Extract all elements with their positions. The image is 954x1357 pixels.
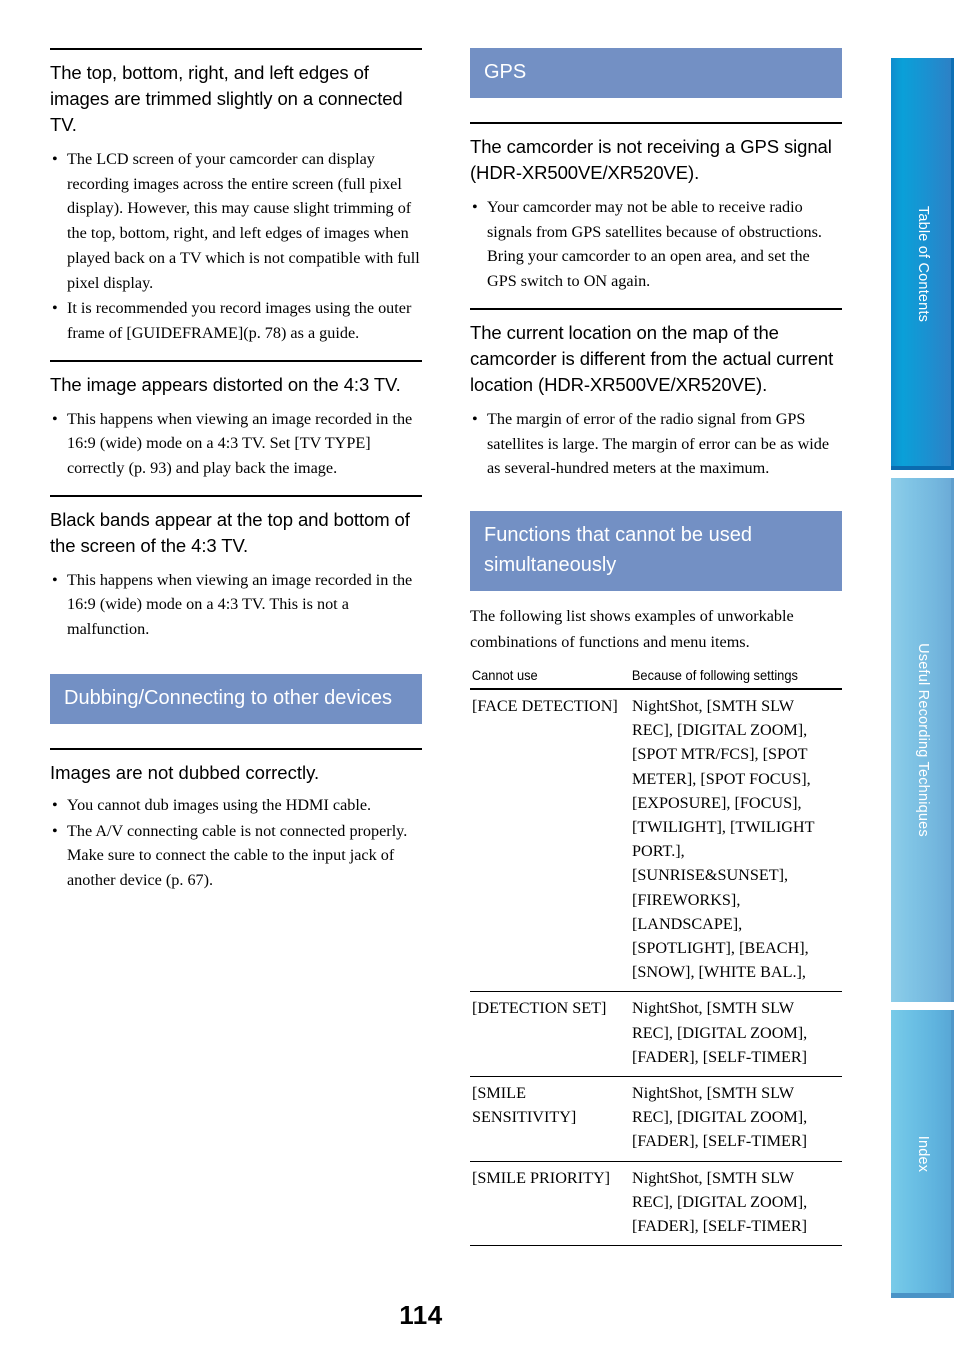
cell-because: NightShot, [SMTH SLW REC], [DIGITAL ZOOM… [630, 688, 842, 993]
functions-table: Cannot use Because of following settings… [470, 664, 842, 1247]
cell-because: NightShot, [SMTH SLW REC], [DIGITAL ZOOM… [630, 1161, 842, 1247]
table-row: [FACE DETECTION] NightShot, [SMTH SLW RE… [470, 688, 842, 993]
bullet-list: The margin of error of the radio signal … [470, 407, 842, 481]
question-heading: Images are not dubbed correctly. [50, 761, 320, 783]
section-divider [470, 307, 842, 310]
question-heading: Black bands appear at the top and bottom… [50, 508, 410, 556]
question-heading: The image appears distorted on the 4:3 T… [50, 373, 401, 395]
column-header-cannot-use: Cannot use [470, 664, 618, 690]
bullet-list: This happens when viewing an image recor… [50, 568, 422, 642]
table-header-row: Cannot use Because of following settings [470, 664, 842, 690]
list-item: The A/V connecting cable is not connecte… [50, 819, 422, 893]
section-divider [470, 122, 842, 124]
list-item: The margin of error of the radio signal … [470, 407, 842, 481]
sidebar-item-label: Useful Recording Techniques [914, 643, 931, 837]
section-banner-dubbing: Dubbing/Connecting to other devices [50, 673, 422, 724]
list-item: This happens when viewing an image recor… [50, 407, 422, 481]
section-divider [50, 48, 422, 50]
question-heading: The top, bottom, right, and left edges o… [50, 62, 403, 135]
functions-intro: The following list shows examples of unw… [470, 606, 794, 651]
bullet-list: The LCD screen of your camcorder can dis… [50, 147, 422, 346]
table-row: [SMILE SENSITIVITY] NightShot, [SMTH SLW… [470, 1076, 842, 1162]
manual-page: The top, bottom, right, and left edges o… [0, 0, 954, 1357]
sidebar-item-label: Index [914, 1135, 931, 1173]
cell-cannot-use: [FACE DETECTION] [470, 688, 630, 993]
right-column: GPS The camcorder is not receiving a GPS… [470, 48, 842, 1247]
cell-cannot-use: [SMILE PRIORITY] [470, 1161, 630, 1247]
cell-because: NightShot, [SMTH SLW REC], [DIGITAL ZOOM… [630, 991, 842, 1077]
list-item: The LCD screen of your camcorder can dis… [50, 147, 422, 295]
column-header-because: Because of following settings [630, 664, 826, 690]
left-column: The top, bottom, right, and left edges o… [50, 48, 422, 907]
sidebar-item-useful-recording-techniques[interactable]: Useful Recording Techniques [886, 478, 954, 1002]
cell-because: NightShot, [SMTH SLW REC], [DIGITAL ZOOM… [630, 1076, 842, 1162]
section-banner-functions: Functions that cannot be used simultaneo… [470, 510, 842, 591]
bullet-list: Your camcorder may not be able to receiv… [470, 195, 842, 294]
cell-cannot-use: [SMILE SENSITIVITY] [470, 1076, 630, 1162]
sidebar-item-table-of-contents[interactable]: Table of Contents [886, 58, 954, 470]
page-number: 114 [399, 1300, 443, 1330]
sidebar-item-index[interactable]: Index [886, 1010, 954, 1298]
section-divider [50, 747, 422, 750]
sidebar-item-label: Table of Contents [914, 205, 931, 323]
list-item: This happens when viewing an image recor… [50, 568, 422, 642]
section-banner-gps: GPS [470, 48, 842, 98]
side-tab-navigation: Table of Contents Useful Recording Techn… [886, 58, 954, 1298]
table-row: [SMILE PRIORITY] NightShot, [SMTH SLW RE… [470, 1161, 842, 1247]
list-item: You cannot dub images using the HDMI cab… [50, 793, 422, 818]
table-row: [DETECTION SET] NightShot, [SMTH SLW REC… [470, 991, 842, 1077]
cell-cannot-use: [DETECTION SET] [470, 991, 630, 1077]
bullet-list: This happens when viewing an image recor… [50, 407, 422, 481]
list-item: It is recommended you record images usin… [50, 296, 422, 345]
section-divider [50, 494, 422, 497]
question-heading: The current location on the map of the c… [470, 321, 834, 395]
section-divider [50, 359, 422, 362]
list-item: Your camcorder may not be able to receiv… [470, 195, 842, 294]
question-heading: The camcorder is not receiving a GPS sig… [470, 136, 832, 183]
bullet-list: You cannot dub images using the HDMI cab… [50, 793, 422, 893]
